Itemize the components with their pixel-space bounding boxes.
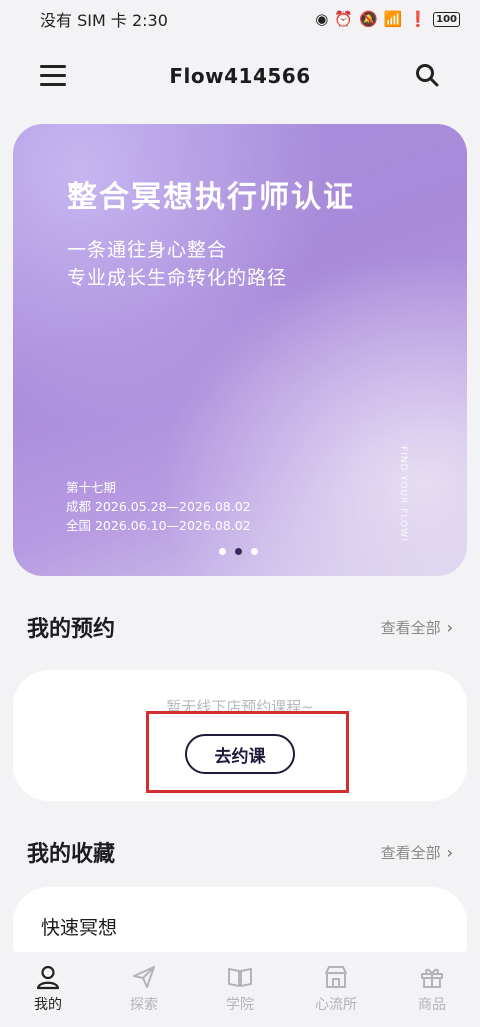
banner-info-line: 第十七期 [66, 480, 117, 495]
hamburger-menu-icon[interactable] [40, 65, 66, 87]
status-icons: ◉ ⏰ 🔕 📶 ❗ 100 [315, 10, 460, 28]
app-header: Flow414566 [0, 44, 480, 108]
reservations-view-all-link[interactable]: 查看全部 › [381, 617, 453, 638]
search-icon[interactable] [414, 62, 440, 88]
banner-info-line: 成都 2026.05.28—2026.08.02 [66, 499, 251, 514]
nav-label: 学院 [226, 997, 254, 1013]
book-class-button[interactable]: 去约课 [185, 734, 295, 774]
eye-icon: ◉ [315, 10, 329, 28]
view-all-label: 查看全部 [380, 843, 441, 862]
nav-item-products[interactable]: 商品 [392, 964, 472, 1014]
bottom-nav: 我的 探索 学院 心流所 商品 [0, 952, 480, 1027]
reservations-title: 我的预约 [27, 617, 116, 642]
banner-title: 整合冥想执行师认证 [67, 180, 355, 215]
user-icon [36, 965, 60, 990]
banner-side-text: FIND YOUR FLOW! [398, 446, 408, 543]
wifi-icon: 📶 [383, 10, 403, 28]
promo-banner[interactable]: 整合冥想执行师认证 一条通往身心整合 专业成长生命转化的路径 第十七期 成都 2… [13, 124, 467, 576]
favorites-title: 我的收藏 [27, 842, 116, 867]
view-all-label: 查看全部 [380, 618, 441, 637]
book-icon [228, 968, 252, 987]
carousel-dot[interactable] [251, 548, 258, 555]
nav-item-mine[interactable]: 我的 [8, 964, 88, 1014]
favorite-item[interactable]: 快速冥想 [41, 913, 117, 940]
carousel-dot-active[interactable] [235, 548, 242, 555]
banner-info: 第十七期 成都 2026.05.28—2026.08.02 全国 2026.06… [66, 478, 251, 535]
alert-icon: ❗ [408, 10, 428, 28]
banner-info-line: 全国 2026.06.10—2026.08.02 [66, 518, 251, 533]
empty-reservations-text: 暂无线下店预约课程~ [166, 698, 314, 716]
favorites-header: 我的收藏 查看全部 › [27, 835, 453, 869]
reservations-header: 我的预约 查看全部 › [27, 610, 453, 644]
paper-plane-icon [133, 966, 155, 988]
carousel-indicator [219, 548, 258, 555]
alarm-icon: ⏰ [334, 10, 354, 28]
nav-label: 商品 [418, 997, 446, 1013]
favorites-view-all-link[interactable]: 查看全部 › [381, 842, 453, 863]
status-bar: 没有 SIM 卡 2:30 ◉ ⏰ 🔕 📶 ❗ 100 [0, 0, 480, 38]
reservations-card: 暂无线下店预约课程~ 去约课 [13, 670, 467, 801]
gift-icon [421, 968, 443, 988]
banner-subtitle-line: 一条通往身心整合 [67, 239, 228, 261]
nav-label: 我的 [34, 997, 62, 1013]
page-title: Flow414566 [169, 64, 311, 88]
banner-subtitle-line: 专业成长生命转化的路径 [67, 267, 288, 289]
store-icon [325, 966, 347, 988]
banner-subtitle: 一条通往身心整合 专业成长生命转化的路径 [67, 236, 287, 292]
battery-icon: 100 [433, 11, 460, 27]
chevron-right-icon: › [446, 617, 453, 637]
nav-label: 心流所 [315, 997, 357, 1013]
mute-icon: 🔕 [359, 10, 378, 28]
nav-label: 探索 [130, 997, 158, 1013]
carrier-time: 没有 SIM 卡 2:30 [40, 11, 168, 30]
nav-item-academy[interactable]: 学院 [200, 964, 280, 1014]
nav-item-explore[interactable]: 探索 [104, 964, 184, 1014]
chevron-right-icon: › [446, 842, 453, 862]
nav-item-flow-studio[interactable]: 心流所 [296, 964, 376, 1014]
carousel-dot[interactable] [219, 548, 226, 555]
